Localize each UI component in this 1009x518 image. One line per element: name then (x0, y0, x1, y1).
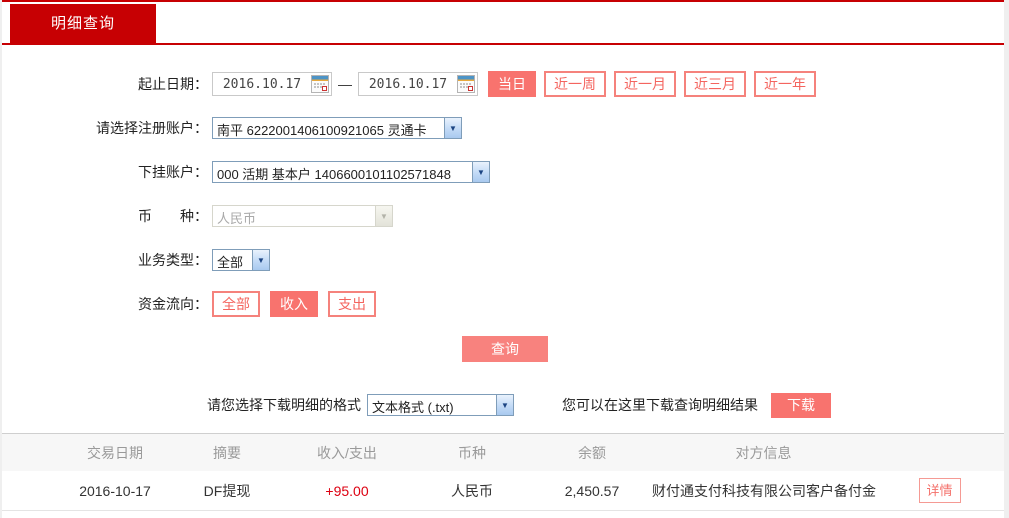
query-button[interactable]: 查询 (462, 336, 548, 362)
register-account-row: 请选择注册账户： 南平 6222001406100921065 灵通卡 ▼ (2, 115, 1004, 141)
table-row: 2016-10-17 DF提现 +95.00 人民币 2,450.57 财付通支付科技有限… (2, 471, 1004, 511)
query-form: 起止日期： 2016.10.17 — 2016.10.17 当日 近一周 近一月… (2, 45, 1004, 362)
start-date-value: 2016.10.17 (222, 76, 302, 92)
sub-account-row: 下挂账户： 000 活期 基本户 1406600101102571848 ▼ (2, 159, 1004, 185)
quick-range-button[interactable]: 近一年 (754, 71, 816, 97)
chevron-down-icon: ▼ (472, 162, 489, 182)
cell-currency: 人民币 (451, 482, 493, 499)
calendar-icon[interactable] (457, 75, 475, 93)
register-account-value: 南平 6222001406100921065 灵通卡 (217, 123, 427, 138)
chevron-down-icon: ▼ (252, 250, 269, 270)
fund-flow-buttons: 全部 收入 支出 (212, 291, 386, 317)
register-account-label: 请选择注册账户： (96, 120, 208, 136)
quick-range-button[interactable]: 近一周 (544, 71, 606, 97)
date-range-row: 起止日期： 2016.10.17 — 2016.10.17 当日 近一周 近一月… (2, 71, 1004, 97)
quick-range-button[interactable]: 当日 (488, 71, 536, 97)
table-header-cell: 摘要 (213, 444, 241, 461)
quick-range-button[interactable]: 近三月 (684, 71, 746, 97)
sub-account-select[interactable]: 000 活期 基本户 1406600101102571848 ▼ (212, 161, 490, 183)
tab-detail-query[interactable]: 明细查询 (10, 4, 156, 43)
result-table: 交易日期 摘要 收入/支出 币种 余额 对方信息 2016-10-17 DF提现 +95.00… (2, 433, 1004, 511)
fund-flow-label: 资金流向： (138, 296, 208, 312)
business-type-select[interactable]: 全部 ▼ (212, 249, 270, 271)
table-header-cell: 余额 (578, 444, 606, 461)
page-content: 明细查询 起止日期： 2016.10.17 — 2016.10.17 当日 近一… (2, 0, 1004, 518)
top-red-line (2, 0, 1004, 2)
chevron-down-icon: ▼ (375, 206, 392, 226)
table-header-cell: 币种 (458, 444, 486, 461)
download-format-select[interactable]: 文本格式 (.txt) ▼ (367, 394, 514, 416)
date-range-label: 起止日期： (138, 76, 208, 92)
quick-range-buttons: 当日 近一周 近一月 近三月 近一年 (478, 71, 816, 97)
cell-detail: 详情 (875, 478, 1004, 503)
download-format-value: 文本格式 (.txt) (372, 400, 454, 415)
business-type-row: 业务类型： 全部 ▼ (2, 247, 1004, 273)
table-header-cell: 交易日期 (87, 444, 143, 461)
table-header-cell: 收入/支出 (317, 444, 377, 461)
fund-flow-button[interactable]: 全部 (212, 291, 260, 317)
business-type-label: 业务类型： (138, 252, 208, 268)
fund-flow-row: 资金流向： 全部 收入 支出 (2, 291, 1004, 317)
cell-summary: DF提现 (203, 482, 251, 499)
end-date-value: 2016.10.17 (368, 76, 448, 92)
currency-value: 人民币 (217, 211, 257, 226)
currency-select: 人民币 ▼ (212, 205, 393, 227)
business-type-value: 全部 (217, 255, 244, 270)
cell-transaction-date: 2016-10-17 (79, 482, 151, 499)
quick-range-button[interactable]: 近一月 (614, 71, 676, 97)
table-body: 2016-10-17 DF提现 +95.00 人民币 2,450.57 财付通支付科技有限… (2, 471, 1004, 511)
table-header-row: 交易日期 摘要 收入/支出 币种 余额 对方信息 (2, 433, 1004, 471)
end-date-input[interactable]: 2016.10.17 (358, 72, 478, 96)
download-button[interactable]: 下载 (771, 392, 831, 418)
calendar-icon[interactable] (311, 75, 329, 93)
currency-row: 币 种： 人民币 ▼ (2, 203, 1004, 229)
cell-balance: 2,450.57 (564, 482, 620, 499)
currency-label: 币 种： (138, 208, 208, 224)
cell-counterparty: 财付通支付科技有限公司客户备付金 (652, 482, 876, 499)
start-date-input[interactable]: 2016.10.17 (212, 72, 332, 96)
tab-bar: 明细查询 (2, 0, 1004, 45)
fund-flow-button[interactable]: 收入 (270, 291, 318, 317)
detail-button[interactable]: 详情 (918, 478, 961, 503)
chevron-down-icon: ▼ (444, 118, 461, 138)
cell-amount: +95.00 (325, 482, 369, 499)
download-row: 请您选择下载明细的格式 文本格式 (.txt) ▼ 您可以在这里下载查询明细结果… (2, 392, 1004, 418)
table-header-cell: 对方信息 (735, 444, 792, 461)
sub-account-label: 下挂账户： (138, 164, 208, 180)
date-separator: — (338, 76, 352, 92)
register-account-select[interactable]: 南平 6222001406100921065 灵通卡 ▼ (212, 117, 462, 139)
chevron-down-icon: ▼ (496, 395, 513, 415)
tab-underline (2, 43, 1004, 45)
download-format-label: 请您选择下载明细的格式 (207, 397, 361, 413)
fund-flow-button[interactable]: 支出 (328, 291, 376, 317)
sub-account-value: 000 活期 基本户 1406600101102571848 (217, 167, 451, 182)
download-hint: 您可以在这里下载查询明细结果 (562, 397, 758, 413)
